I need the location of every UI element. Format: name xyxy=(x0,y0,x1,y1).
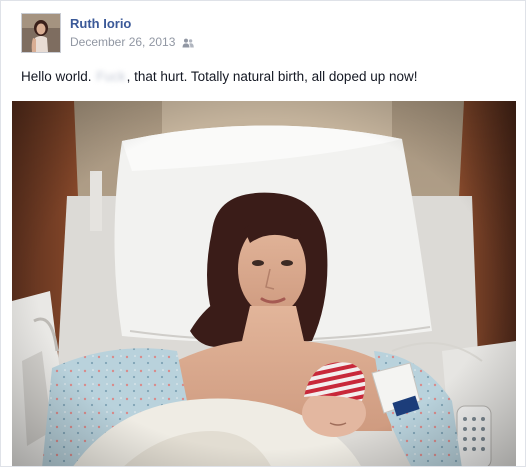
author-name[interactable]: Ruth Iorio xyxy=(70,16,194,32)
avatar-picture xyxy=(22,14,60,52)
friends-icon[interactable] xyxy=(182,38,195,48)
post-photo[interactable] xyxy=(12,101,516,466)
post-info: December 26, 2013 xyxy=(70,35,195,50)
post-text: Hello world. Fuck, that hurt. Totally na… xyxy=(21,68,418,86)
post-text-start: Hello world. xyxy=(21,69,92,84)
hospital-bed-newborn-photo xyxy=(12,101,516,466)
redacted-word: Fuck xyxy=(96,69,126,84)
post-header: Ruth Iorio December 26, 2013 xyxy=(21,13,195,53)
post-text-end: , that hurt. Totally natural birth, all … xyxy=(126,69,418,84)
author-avatar[interactable] xyxy=(21,13,61,53)
post-meta: Ruth Iorio December 26, 2013 xyxy=(70,16,195,50)
news-feed-post: Ruth Iorio December 26, 2013 Hello world… xyxy=(0,0,526,467)
post-timestamp[interactable]: December 26, 2013 xyxy=(70,35,175,50)
